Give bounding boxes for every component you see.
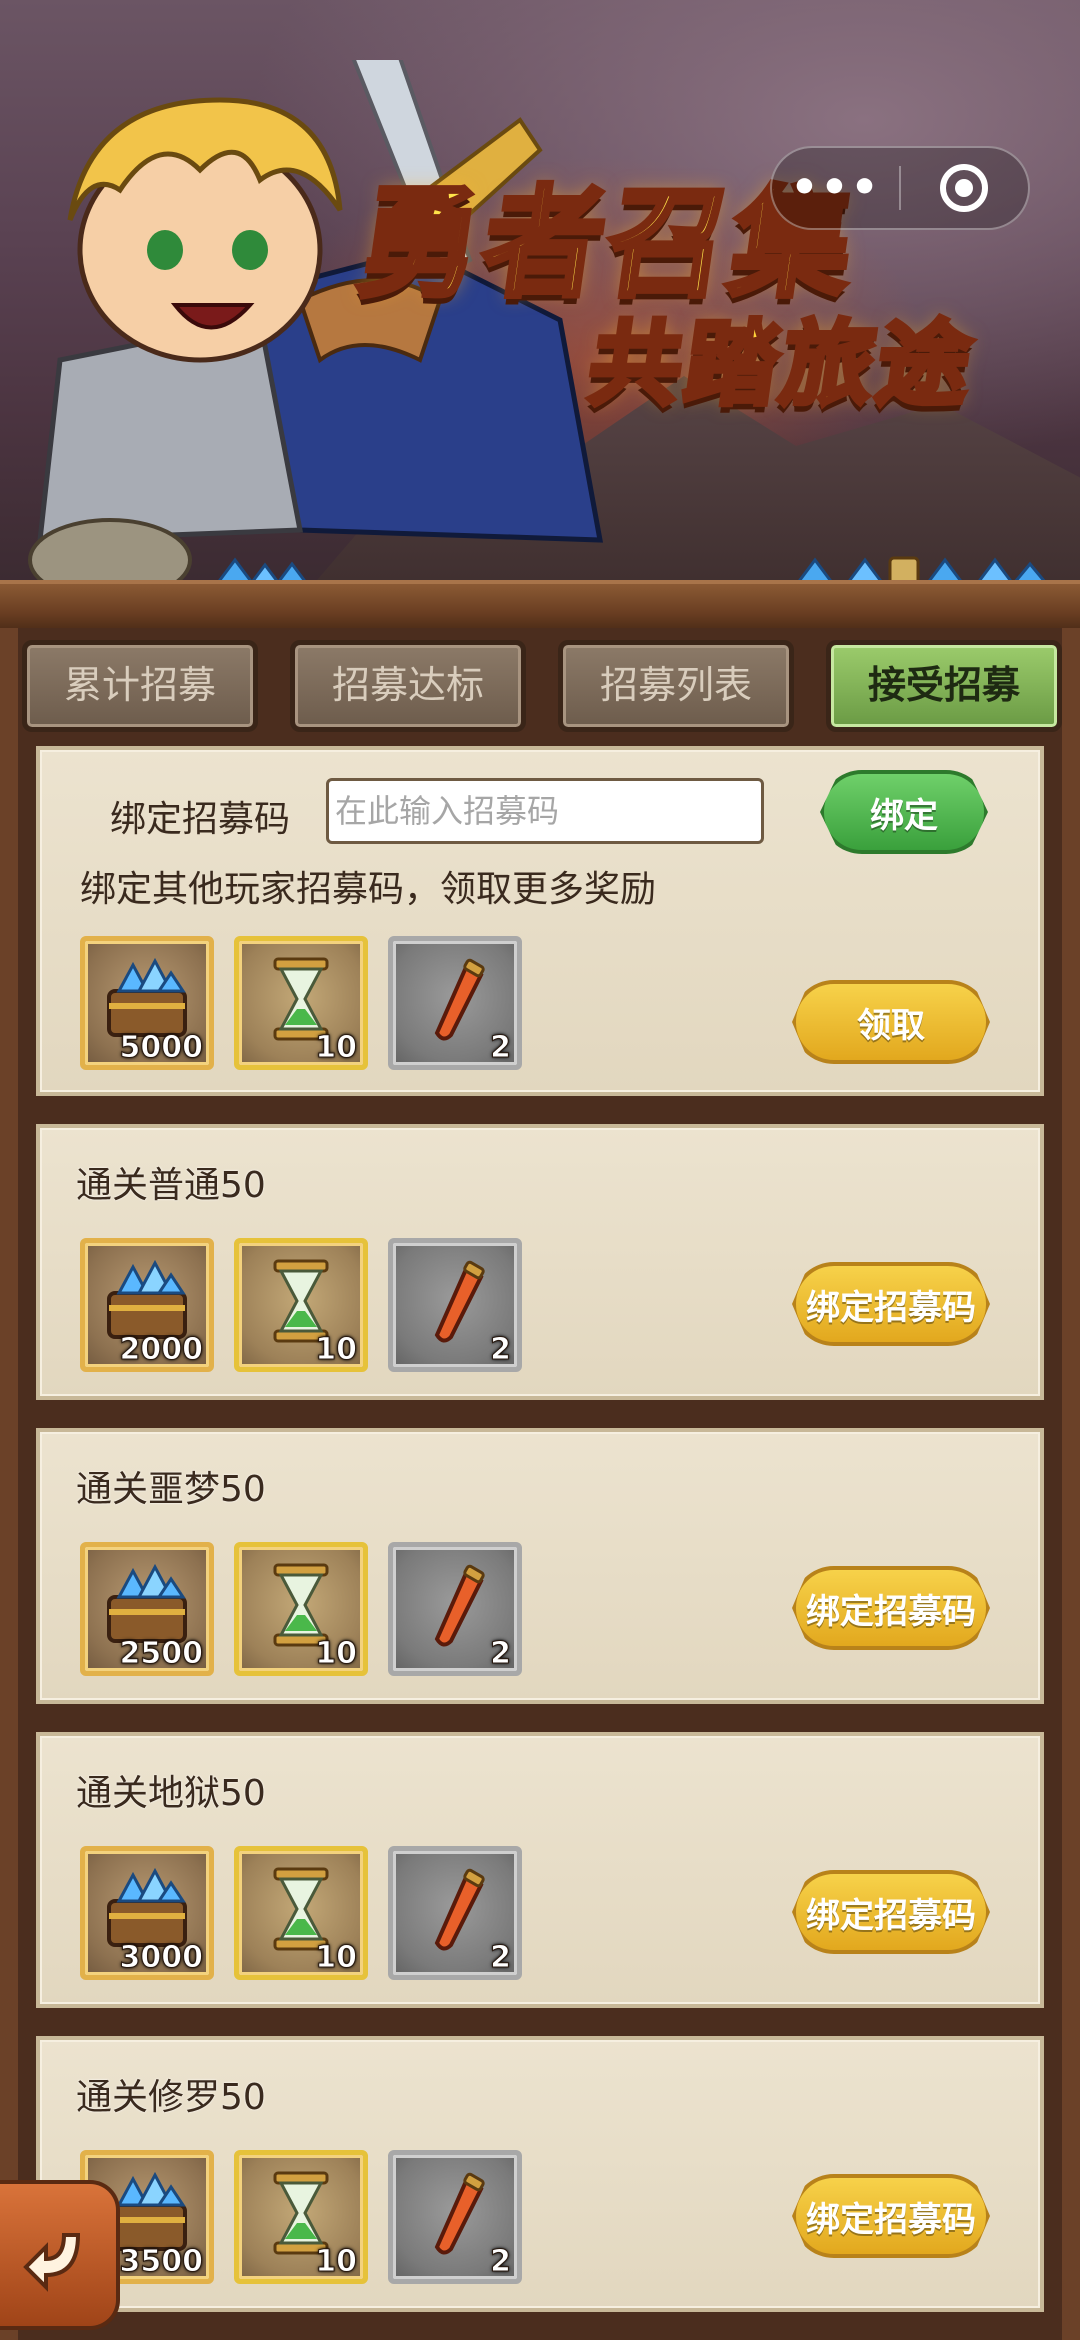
- reward-count: 2: [490, 1636, 512, 1672]
- bind-code-button[interactable]: 绑定招募码: [792, 1566, 990, 1650]
- task-card: 通关地狱50 3000 10 2 绑定招募码: [36, 1732, 1044, 2008]
- more-options-button[interactable]: •••: [772, 166, 899, 210]
- reward-item[interactable]: 2: [388, 1846, 522, 1980]
- reward-item[interactable]: 10: [234, 936, 368, 1070]
- close-button[interactable]: [901, 146, 1028, 230]
- reward-item[interactable]: 2000: [80, 1238, 214, 1372]
- task-card: 通关普通50 2000 10 2 绑定招募码: [36, 1124, 1044, 1400]
- reward-count: 2: [490, 2244, 512, 2280]
- task-card: 通关修罗50 3500 10 2 绑定招募码: [36, 2036, 1044, 2312]
- reward-item[interactable]: 2: [388, 936, 522, 1070]
- reward-count: 2000: [119, 1332, 203, 1368]
- bind-code-button[interactable]: 绑定招募码: [792, 2174, 990, 2258]
- reward-row: 5000 10 2: [80, 936, 522, 1070]
- reward-item[interactable]: 2500: [80, 1542, 214, 1676]
- reward-item[interactable]: 10: [234, 1542, 368, 1676]
- reward-count: 2: [490, 1332, 512, 1368]
- potion-icon: [434, 1564, 485, 1647]
- reward-row: 3500 10 2: [80, 2150, 522, 2284]
- bind-code-label: 绑定招募码: [110, 799, 291, 840]
- bind-button[interactable]: 绑定: [820, 770, 988, 854]
- reward-row: 2000 10 2: [80, 1238, 522, 1372]
- bind-code-card: 绑定招募码 在此输入招募码 绑定 绑定其他玩家招募码，领取更多奖励 5000 1…: [36, 746, 1044, 1096]
- reward-count: 2: [490, 1030, 512, 1066]
- potion-icon: [434, 2172, 485, 2255]
- reward-count: 10: [315, 1940, 358, 1976]
- reward-count: 10: [315, 2244, 358, 2280]
- reward-count: 2: [490, 1940, 512, 1976]
- mini-program-capsule: •••: [770, 146, 1030, 230]
- task-title: 通关普通50: [76, 1165, 266, 1206]
- reward-item[interactable]: 3000: [80, 1846, 214, 1980]
- reward-count: 5000: [119, 1030, 203, 1066]
- task-title: 通关修罗50: [76, 2077, 266, 2118]
- tab-recruit-milestone[interactable]: 招募达标: [290, 640, 526, 732]
- potion-icon: [434, 958, 485, 1041]
- claim-button[interactable]: 领取: [792, 980, 990, 1064]
- reward-item[interactable]: 10: [234, 1238, 368, 1372]
- tab-recruit-list[interactable]: 招募列表: [558, 640, 794, 732]
- bind-code-button[interactable]: 绑定招募码: [792, 1262, 990, 1346]
- reward-item[interactable]: 10: [234, 2150, 368, 2284]
- tab-bar: 累计招募 招募达标 招募列表 接受招募: [22, 640, 1062, 740]
- reward-row: 2500 10 2: [80, 1542, 522, 1676]
- task-title: 通关地狱50: [76, 1773, 266, 1814]
- reward-item[interactable]: 2: [388, 1238, 522, 1372]
- reward-count: 10: [315, 1332, 358, 1368]
- reward-item[interactable]: 2: [388, 1542, 522, 1676]
- tab-cumulative-recruit[interactable]: 累计招募: [22, 640, 258, 732]
- reward-count: 3000: [119, 1940, 203, 1976]
- reward-item[interactable]: 5000: [80, 936, 214, 1070]
- tab-accept-recruit[interactable]: 接受招募: [826, 640, 1062, 732]
- reward-item[interactable]: 10: [234, 1846, 368, 1980]
- potion-icon: [434, 1260, 485, 1343]
- banner-title-line2: 共踏旅途: [580, 309, 984, 421]
- back-button[interactable]: [0, 2180, 120, 2330]
- bind-code-button[interactable]: 绑定招募码: [792, 1870, 990, 1954]
- recruit-code-input[interactable]: 在此输入招募码: [326, 778, 764, 844]
- promo-banner: 勇者召集 共踏旅途 •••: [0, 0, 1080, 600]
- reward-count: 3500: [119, 2244, 203, 2280]
- reward-count: 10: [315, 1030, 358, 1066]
- reward-list: 绑定招募码 在此输入招募码 绑定 绑定其他玩家招募码，领取更多奖励 5000 1…: [36, 746, 1044, 2340]
- back-arrow-icon: [23, 2233, 81, 2292]
- reward-row: 3000 10 2: [80, 1846, 522, 1980]
- reward-item[interactable]: 2: [388, 2150, 522, 2284]
- reward-count: 2500: [119, 1636, 203, 1672]
- wooden-shelf: [0, 580, 1080, 632]
- potion-icon: [434, 1868, 485, 1951]
- bind-description: 绑定其他玩家招募码，领取更多奖励: [80, 869, 657, 910]
- reward-count: 10: [315, 1636, 358, 1672]
- task-title: 通关噩梦50: [76, 1469, 266, 1510]
- close-circle-icon: [940, 164, 989, 212]
- task-card: 通关噩梦50 2500 10 2 绑定招募码: [36, 1428, 1044, 1704]
